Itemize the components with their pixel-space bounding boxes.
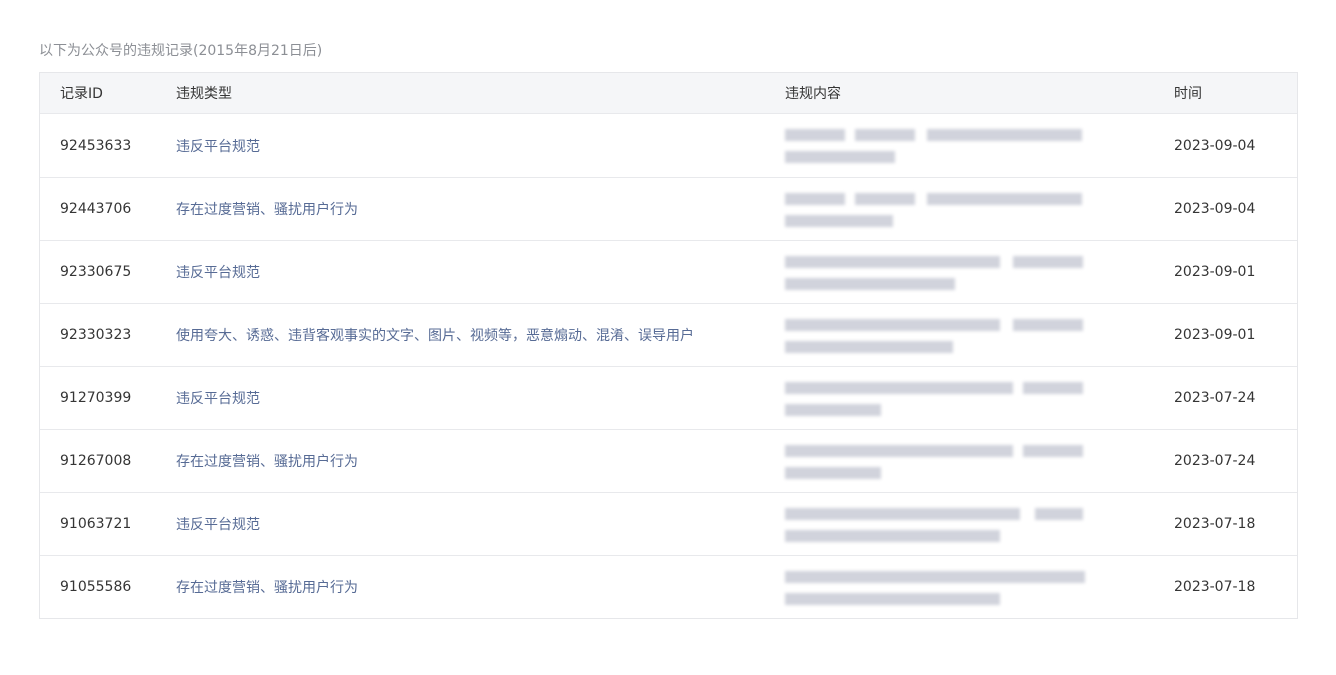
- violation-time: 2023-07-18: [1174, 516, 1256, 532]
- violation-type: 违反平台规范: [176, 138, 260, 155]
- header-violation-type: 违规类型: [176, 86, 232, 102]
- record-id: 92443706: [60, 201, 132, 217]
- blurred-content: [785, 126, 1085, 166]
- violation-time: 2023-07-24: [1174, 390, 1256, 406]
- table-row: 91063721 违反平台规范 2023-07-18: [40, 492, 1297, 555]
- violation-time: 2023-09-04: [1174, 137, 1256, 154]
- table-row: 92330323 使用夸大、诱惑、违背客观事实的文字、图片、视频等，恶意煽动、混…: [40, 303, 1297, 366]
- violation-records-page: 以下为公众号的违规记录(2015年8月21日后) 记录ID 违规类型 违规内容 …: [0, 0, 1336, 675]
- violation-type: 使用夸大、诱惑、违背客观事实的文字、图片、视频等，恶意煽动、混淆、误导用户: [176, 328, 694, 344]
- blurred-content: [785, 190, 1085, 230]
- table-row: 92453633 违反平台规范 2023-09-04: [40, 114, 1297, 177]
- violation-time: 2023-09-04: [1174, 201, 1256, 217]
- violation-type: 违反平台规范: [176, 517, 260, 533]
- violation-type: 存在过度营销、骚扰用户行为: [176, 454, 358, 470]
- violation-time: 2023-09-01: [1174, 264, 1256, 280]
- violation-type: 违反平台规范: [176, 265, 260, 281]
- header-time: 时间: [1174, 86, 1202, 102]
- violation-table: 记录ID 违规类型 违规内容 时间 92453633 违反平台规范 2023-0…: [39, 72, 1298, 619]
- violation-type: 违反平台规范: [176, 391, 260, 407]
- violation-type: 存在过度营销、骚扰用户行为: [176, 202, 358, 218]
- table-row: 91267008 存在过度营销、骚扰用户行为 2023-07-24: [40, 429, 1297, 492]
- records-caption: 以下为公众号的违规记录(2015年8月21日后): [39, 43, 323, 59]
- table-body: 92453633 违反平台规范 2023-09-04 92443706 存在过度…: [40, 114, 1297, 618]
- header-record-id: 记录ID: [60, 86, 103, 102]
- record-id: 92330323: [60, 327, 132, 343]
- blurred-content: [785, 379, 1085, 419]
- table-row: 92330675 违反平台规范 2023-09-01: [40, 240, 1297, 303]
- violation-type: 存在过度营销、骚扰用户行为: [176, 580, 358, 596]
- record-id: 91267008: [60, 453, 132, 469]
- blurred-content: [785, 253, 1085, 293]
- record-id: 91270399: [60, 390, 132, 406]
- record-id: 91063721: [60, 516, 132, 532]
- header-violation-content: 违规内容: [785, 86, 841, 102]
- table-row: 92443706 存在过度营销、骚扰用户行为 2023-09-04: [40, 177, 1297, 240]
- violation-time: 2023-07-18: [1174, 579, 1256, 595]
- blurred-content: [785, 568, 1085, 608]
- violation-time: 2023-07-24: [1174, 453, 1256, 469]
- table-header: 记录ID 违规类型 违规内容 时间: [40, 73, 1297, 114]
- violation-time: 2023-09-01: [1174, 327, 1256, 343]
- record-id: 92330675: [60, 264, 132, 280]
- blurred-content: [785, 316, 1085, 356]
- record-id: 91055586: [60, 579, 132, 595]
- blurred-content: [785, 505, 1085, 545]
- table-row: 91270399 违反平台规范 2023-07-24: [40, 366, 1297, 429]
- blurred-content: [785, 442, 1085, 482]
- table-row: 91055586 存在过度营销、骚扰用户行为 2023-07-18: [40, 555, 1297, 618]
- record-id: 92453633: [60, 137, 132, 154]
